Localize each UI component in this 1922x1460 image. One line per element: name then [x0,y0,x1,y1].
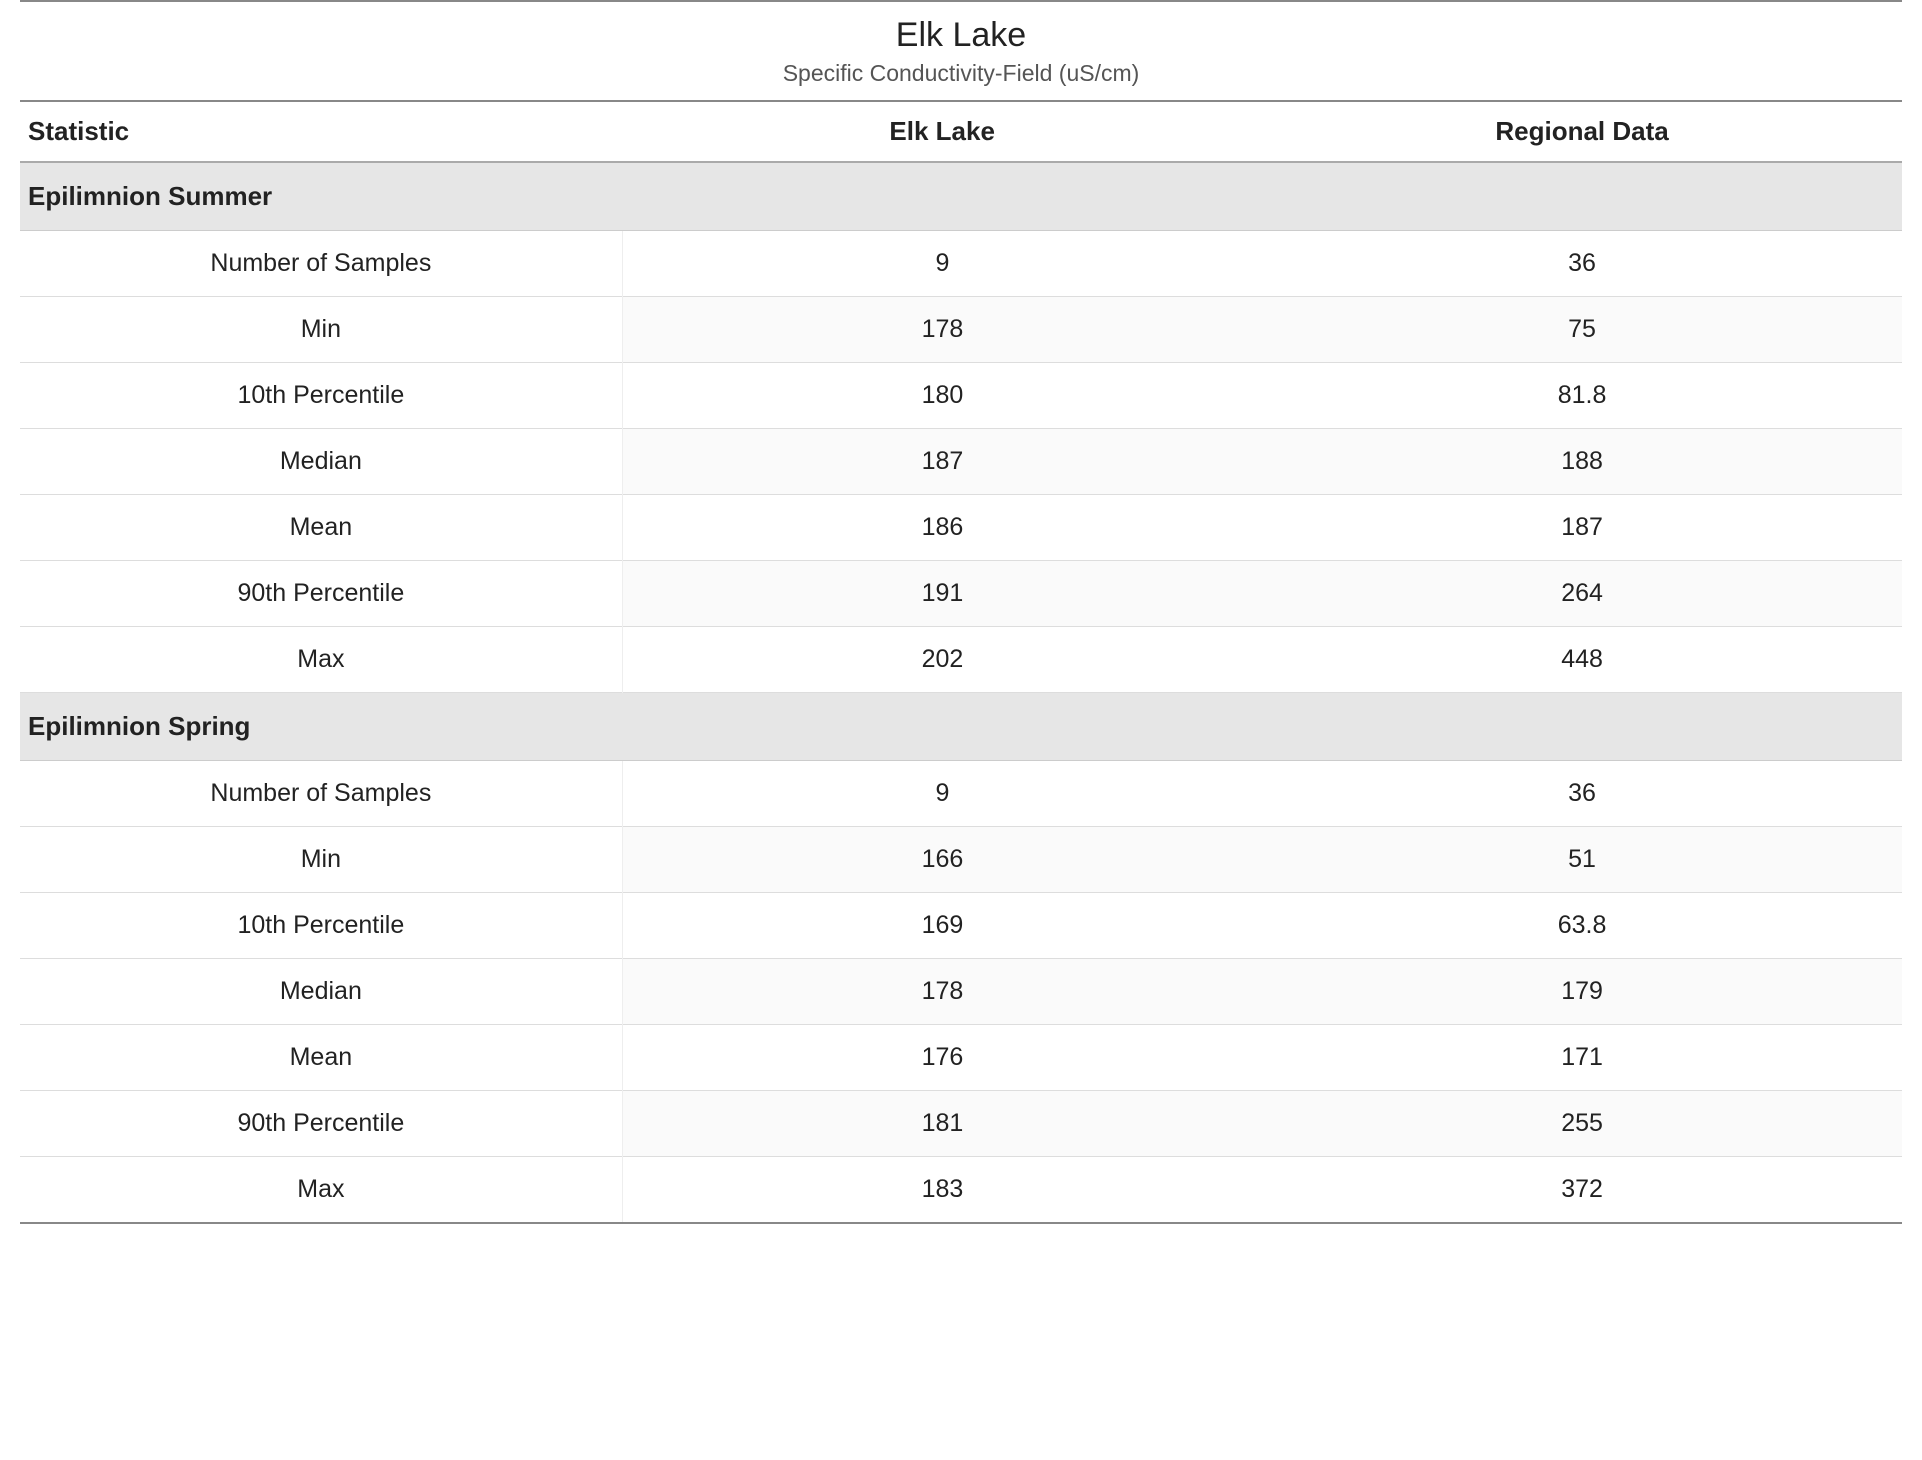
table-row: Min 178 75 [20,297,1902,363]
stat-label: Median [20,959,622,1025]
page-subtitle: Specific Conductivity-Field (uS/cm) [783,60,1140,86]
section-header: Epilimnion Spring [20,693,1902,761]
table-row: 10th Percentile 169 63.8 [20,893,1902,959]
stat-label: Mean [20,495,622,561]
stat-label: Number of Samples [20,231,622,297]
table-header-row: Statistic Elk Lake Regional Data [20,101,1902,162]
value-col1: 183 [622,1157,1262,1224]
value-col1: 9 [622,761,1262,827]
value-col2: 81.8 [1262,363,1902,429]
table-row: Min 166 51 [20,827,1902,893]
stat-label: Number of Samples [20,761,622,827]
value-col2: 51 [1262,827,1902,893]
column-header-col2: Regional Data [1262,101,1902,162]
value-col2: 188 [1262,429,1902,495]
value-col2: 171 [1262,1025,1902,1091]
value-col2: 255 [1262,1091,1902,1157]
value-col2: 179 [1262,959,1902,1025]
table-row: Number of Samples 9 36 [20,231,1902,297]
value-col1: 186 [622,495,1262,561]
table-row: Mean 176 171 [20,1025,1902,1091]
value-col2: 264 [1262,561,1902,627]
stat-label: 10th Percentile [20,363,622,429]
table-row: 90th Percentile 181 255 [20,1091,1902,1157]
value-col2: 63.8 [1262,893,1902,959]
table-row: Max 183 372 [20,1157,1902,1224]
stat-label: Mean [20,1025,622,1091]
table-row: Max 202 448 [20,627,1902,693]
value-col1: 166 [622,827,1262,893]
table-row: Mean 186 187 [20,495,1902,561]
value-col2: 75 [1262,297,1902,363]
value-col1: 9 [622,231,1262,297]
value-col2: 36 [1262,231,1902,297]
value-col2: 187 [1262,495,1902,561]
value-col1: 191 [622,561,1262,627]
stats-table: Elk Lake Specific Conductivity-Field (uS… [20,0,1902,1224]
section-title: Epilimnion Spring [20,693,1902,761]
stat-label: Min [20,827,622,893]
table-row: Median 187 188 [20,429,1902,495]
stat-label: Max [20,627,622,693]
section-header: Epilimnion Summer [20,162,1902,231]
value-col1: 181 [622,1091,1262,1157]
table-bottom-rule [20,1223,1902,1224]
value-col1: 178 [622,959,1262,1025]
value-col1: 176 [622,1025,1262,1091]
value-col2: 372 [1262,1157,1902,1224]
column-header-statistic: Statistic [20,101,622,162]
value-col1: 178 [622,297,1262,363]
value-col1: 187 [622,429,1262,495]
stat-label: Max [20,1157,622,1224]
stat-label: Min [20,297,622,363]
table-row: 10th Percentile 180 81.8 [20,363,1902,429]
table-row: Median 178 179 [20,959,1902,1025]
page-title: Elk Lake [896,16,1026,54]
table-row: Number of Samples 9 36 [20,761,1902,827]
table-row: 90th Percentile 191 264 [20,561,1902,627]
value-col1: 202 [622,627,1262,693]
section-title: Epilimnion Summer [20,162,1902,231]
value-col2: 448 [1262,627,1902,693]
value-col2: 36 [1262,761,1902,827]
column-header-col1: Elk Lake [622,101,1262,162]
stat-label: 90th Percentile [20,561,622,627]
stat-label: Median [20,429,622,495]
value-col1: 169 [622,893,1262,959]
stat-label: 90th Percentile [20,1091,622,1157]
value-col1: 180 [622,363,1262,429]
stat-label: 10th Percentile [20,893,622,959]
